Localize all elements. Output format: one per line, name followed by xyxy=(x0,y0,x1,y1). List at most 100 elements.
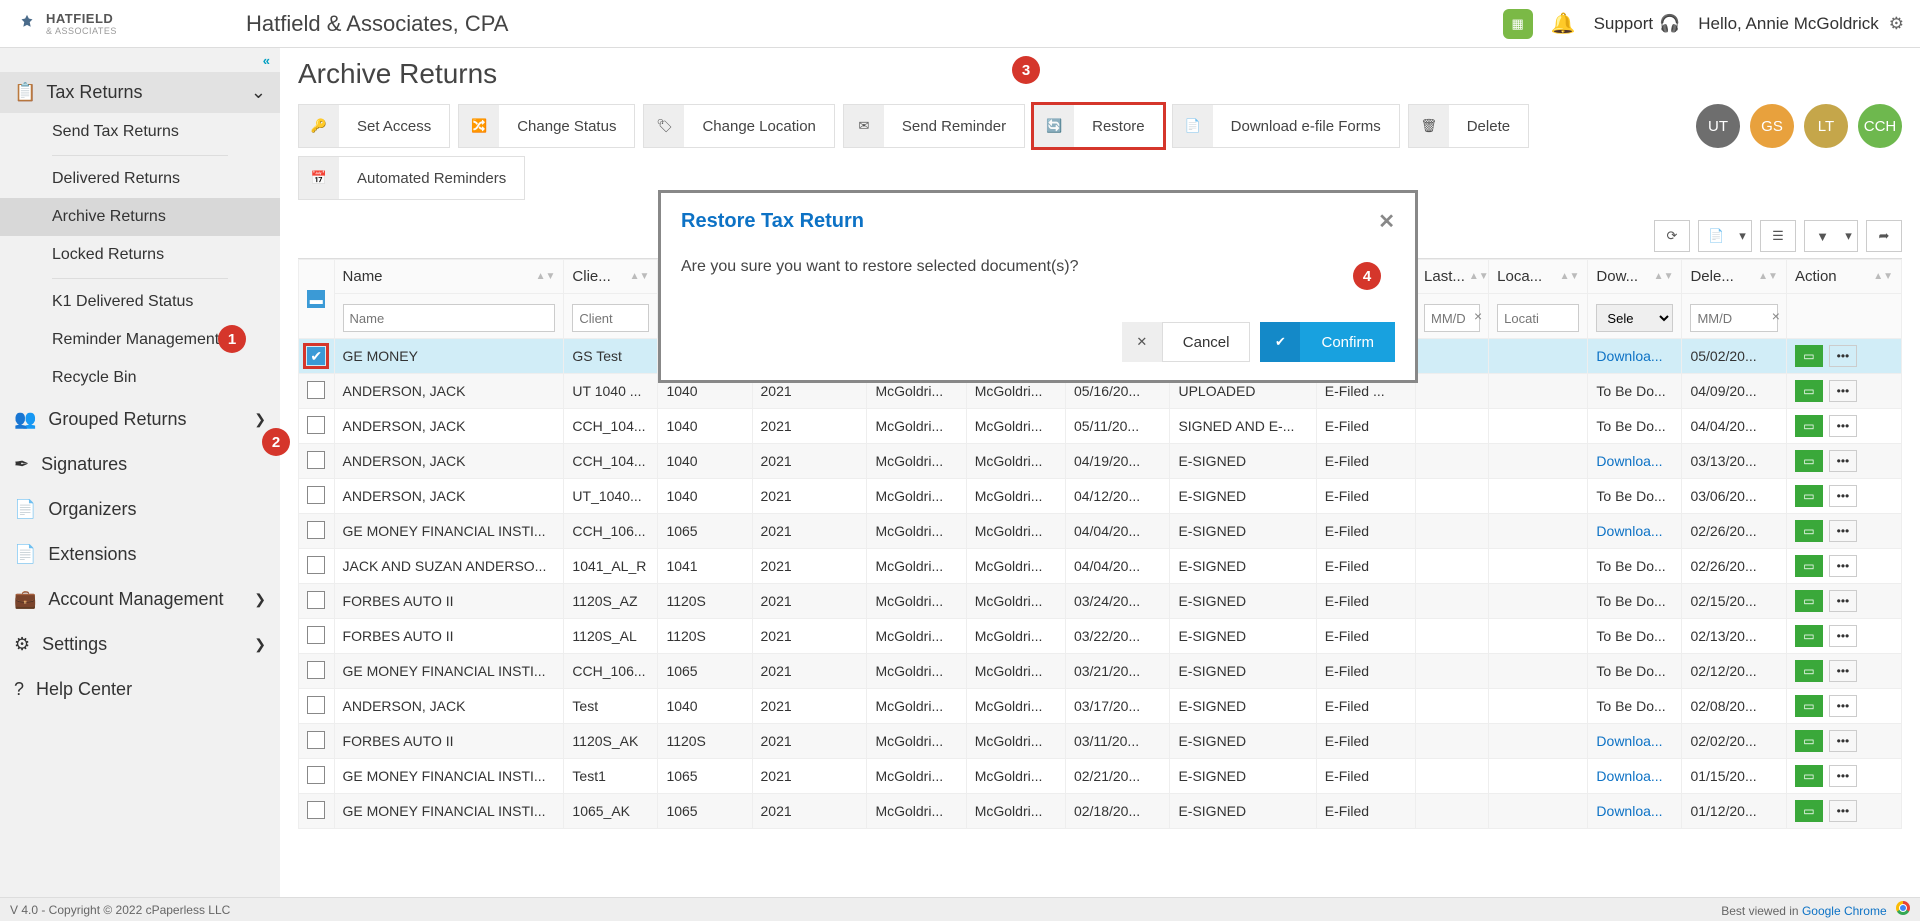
delete-button[interactable]: 🗑Delete xyxy=(1408,104,1529,148)
avatar-lt[interactable]: LT xyxy=(1804,104,1848,148)
location-filter[interactable] xyxy=(1497,304,1579,332)
view-action-icon[interactable]: ▭ xyxy=(1795,800,1823,822)
date-filter[interactable] xyxy=(1690,304,1777,332)
more-action-icon[interactable]: ••• xyxy=(1829,730,1857,752)
view-action-icon[interactable]: ▭ xyxy=(1795,555,1823,577)
row-checkbox[interactable] xyxy=(307,451,325,469)
col-header[interactable]: Action▲▼ xyxy=(1786,260,1901,294)
row-checkbox[interactable] xyxy=(307,486,325,504)
more-action-icon[interactable]: ••• xyxy=(1829,625,1857,647)
date-filter[interactable] xyxy=(1424,304,1480,332)
chrome-link[interactable]: Google Chrome xyxy=(1802,904,1887,918)
avatar-ut[interactable]: UT xyxy=(1696,104,1740,148)
view-action-icon[interactable]: ▭ xyxy=(1795,485,1823,507)
more-action-icon[interactable]: ••• xyxy=(1829,695,1857,717)
sidebar-item-k1-delivered-status[interactable]: K1 Delivered Status xyxy=(0,283,280,321)
row-checkbox[interactable] xyxy=(307,696,325,714)
restore-button[interactable]: 🔄Restore xyxy=(1033,104,1164,148)
cell-download[interactable]: Downloa... xyxy=(1588,724,1682,759)
confirm-button[interactable]: ✔ Confirm xyxy=(1260,322,1395,362)
more-action-icon[interactable]: ••• xyxy=(1829,555,1857,577)
view-action-icon[interactable]: ▭ xyxy=(1795,765,1823,787)
row-checkbox[interactable] xyxy=(307,591,325,609)
col-header[interactable]: Loca...▲▼ xyxy=(1489,260,1588,294)
cell-download[interactable]: Downloa... xyxy=(1588,444,1682,479)
close-icon[interactable]: ✕ xyxy=(1378,209,1395,234)
more-action-icon[interactable]: ••• xyxy=(1829,800,1857,822)
more-action-icon[interactable]: ••• xyxy=(1829,450,1857,472)
sidebar-main-settings[interactable]: ⚙Settings❯ xyxy=(0,622,280,667)
view-action-icon[interactable]: ▭ xyxy=(1795,520,1823,542)
filter-caret[interactable]: ▾ xyxy=(1840,220,1858,252)
automated-reminders-button[interactable]: 📅Automated Reminders xyxy=(298,156,525,200)
download-filter[interactable]: Sele xyxy=(1596,304,1673,332)
send-reminder-button[interactable]: ✉Send Reminder xyxy=(843,104,1025,148)
col-header[interactable]: Clie...▲▼ xyxy=(564,260,658,294)
sidebar-section-tax-returns[interactable]: 📋 Tax Returns ⌄ xyxy=(0,72,280,113)
select-all-checkbox[interactable]: ▬ xyxy=(307,290,325,308)
row-checkbox[interactable] xyxy=(307,556,325,574)
more-action-icon[interactable]: ••• xyxy=(1829,520,1857,542)
sidebar-main-account-management[interactable]: 💼Account Management❯ xyxy=(0,577,280,622)
more-action-icon[interactable]: ••• xyxy=(1829,660,1857,682)
col-header[interactable]: Dow...▲▼ xyxy=(1588,260,1682,294)
view-action-icon[interactable]: ▭ xyxy=(1795,730,1823,752)
row-checkbox[interactable] xyxy=(307,731,325,749)
view-action-icon[interactable]: ▭ xyxy=(1795,380,1823,402)
save-view-button[interactable]: ➦ xyxy=(1866,220,1902,252)
clear-icon[interactable]: × xyxy=(1474,308,1482,324)
more-action-icon[interactable]: ••• xyxy=(1829,485,1857,507)
export-button[interactable]: 📄 xyxy=(1698,220,1734,252)
sidebar-item-delivered-returns[interactable]: Delivered Returns xyxy=(0,160,280,198)
client-filter[interactable] xyxy=(572,304,649,332)
more-action-icon[interactable]: ••• xyxy=(1829,345,1857,367)
notifications-icon[interactable]: 🔔 xyxy=(1551,11,1576,36)
sidebar-main-grouped-returns[interactable]: 👥Grouped Returns❯ xyxy=(0,397,280,442)
row-checkbox[interactable] xyxy=(307,521,325,539)
name-filter[interactable] xyxy=(343,304,556,332)
refresh-button[interactable]: ⟳ xyxy=(1654,220,1690,252)
row-checkbox[interactable] xyxy=(307,766,325,784)
cell-download[interactable]: Downloa... xyxy=(1588,339,1682,374)
more-action-icon[interactable]: ••• xyxy=(1829,380,1857,402)
row-checkbox[interactable] xyxy=(307,661,325,679)
app-chip-icon[interactable]: ▦ xyxy=(1503,9,1533,39)
sidebar-main-extensions[interactable]: 📄Extensions xyxy=(0,532,280,577)
columns-button[interactable]: ☰ xyxy=(1760,220,1796,252)
cancel-button[interactable]: ✕ Cancel xyxy=(1122,322,1251,362)
view-action-icon[interactable]: ▭ xyxy=(1795,590,1823,612)
gear-icon[interactable]: ⚙ xyxy=(1889,14,1904,34)
row-checkbox[interactable] xyxy=(307,626,325,644)
col-header[interactable]: Name▲▼ xyxy=(334,260,564,294)
sidebar-main-signatures[interactable]: ✒Signatures xyxy=(0,442,280,487)
view-action-icon[interactable]: ▭ xyxy=(1795,695,1823,717)
more-action-icon[interactable]: ••• xyxy=(1829,590,1857,612)
more-action-icon[interactable]: ••• xyxy=(1829,415,1857,437)
avatar-cch[interactable]: CCH xyxy=(1858,104,1902,148)
view-action-icon[interactable]: ▭ xyxy=(1795,450,1823,472)
sidebar-item-archive-returns[interactable]: Archive Returns xyxy=(0,198,280,236)
avatar-gs[interactable]: GS xyxy=(1750,104,1794,148)
row-checkbox[interactable] xyxy=(307,416,325,434)
set-access-button[interactable]: 🔑Set Access xyxy=(298,104,450,148)
cell-download[interactable]: Downloa... xyxy=(1588,514,1682,549)
collapse-sidebar-button[interactable]: « xyxy=(0,48,280,72)
clear-icon[interactable]: × xyxy=(1772,308,1780,324)
download-e-file-forms-button[interactable]: 📄Download e-file Forms xyxy=(1172,104,1400,148)
filter-button[interactable]: ▼ xyxy=(1804,220,1840,252)
sidebar-main-help-center[interactable]: ?Help Center xyxy=(0,667,280,712)
more-action-icon[interactable]: ••• xyxy=(1829,765,1857,787)
change-status-button[interactable]: 🔀Change Status xyxy=(458,104,635,148)
row-checkbox[interactable] xyxy=(307,381,325,399)
cell-download[interactable]: Downloa... xyxy=(1588,759,1682,794)
support-button[interactable]: Support 🎧 xyxy=(1594,14,1681,34)
sidebar-main-organizers[interactable]: 📄Organizers xyxy=(0,487,280,532)
view-action-icon[interactable]: ▭ xyxy=(1795,625,1823,647)
change-location-button[interactable]: 🏷Change Location xyxy=(643,104,834,148)
sidebar-item-recycle-bin[interactable]: Recycle Bin xyxy=(0,359,280,397)
cell-download[interactable]: Downloa... xyxy=(1588,794,1682,829)
view-action-icon[interactable]: ▭ xyxy=(1795,660,1823,682)
row-checkbox[interactable] xyxy=(307,801,325,819)
sidebar-item-send-tax-returns[interactable]: Send Tax Returns xyxy=(0,113,280,151)
col-header[interactable]: Last...▲▼ xyxy=(1416,260,1489,294)
